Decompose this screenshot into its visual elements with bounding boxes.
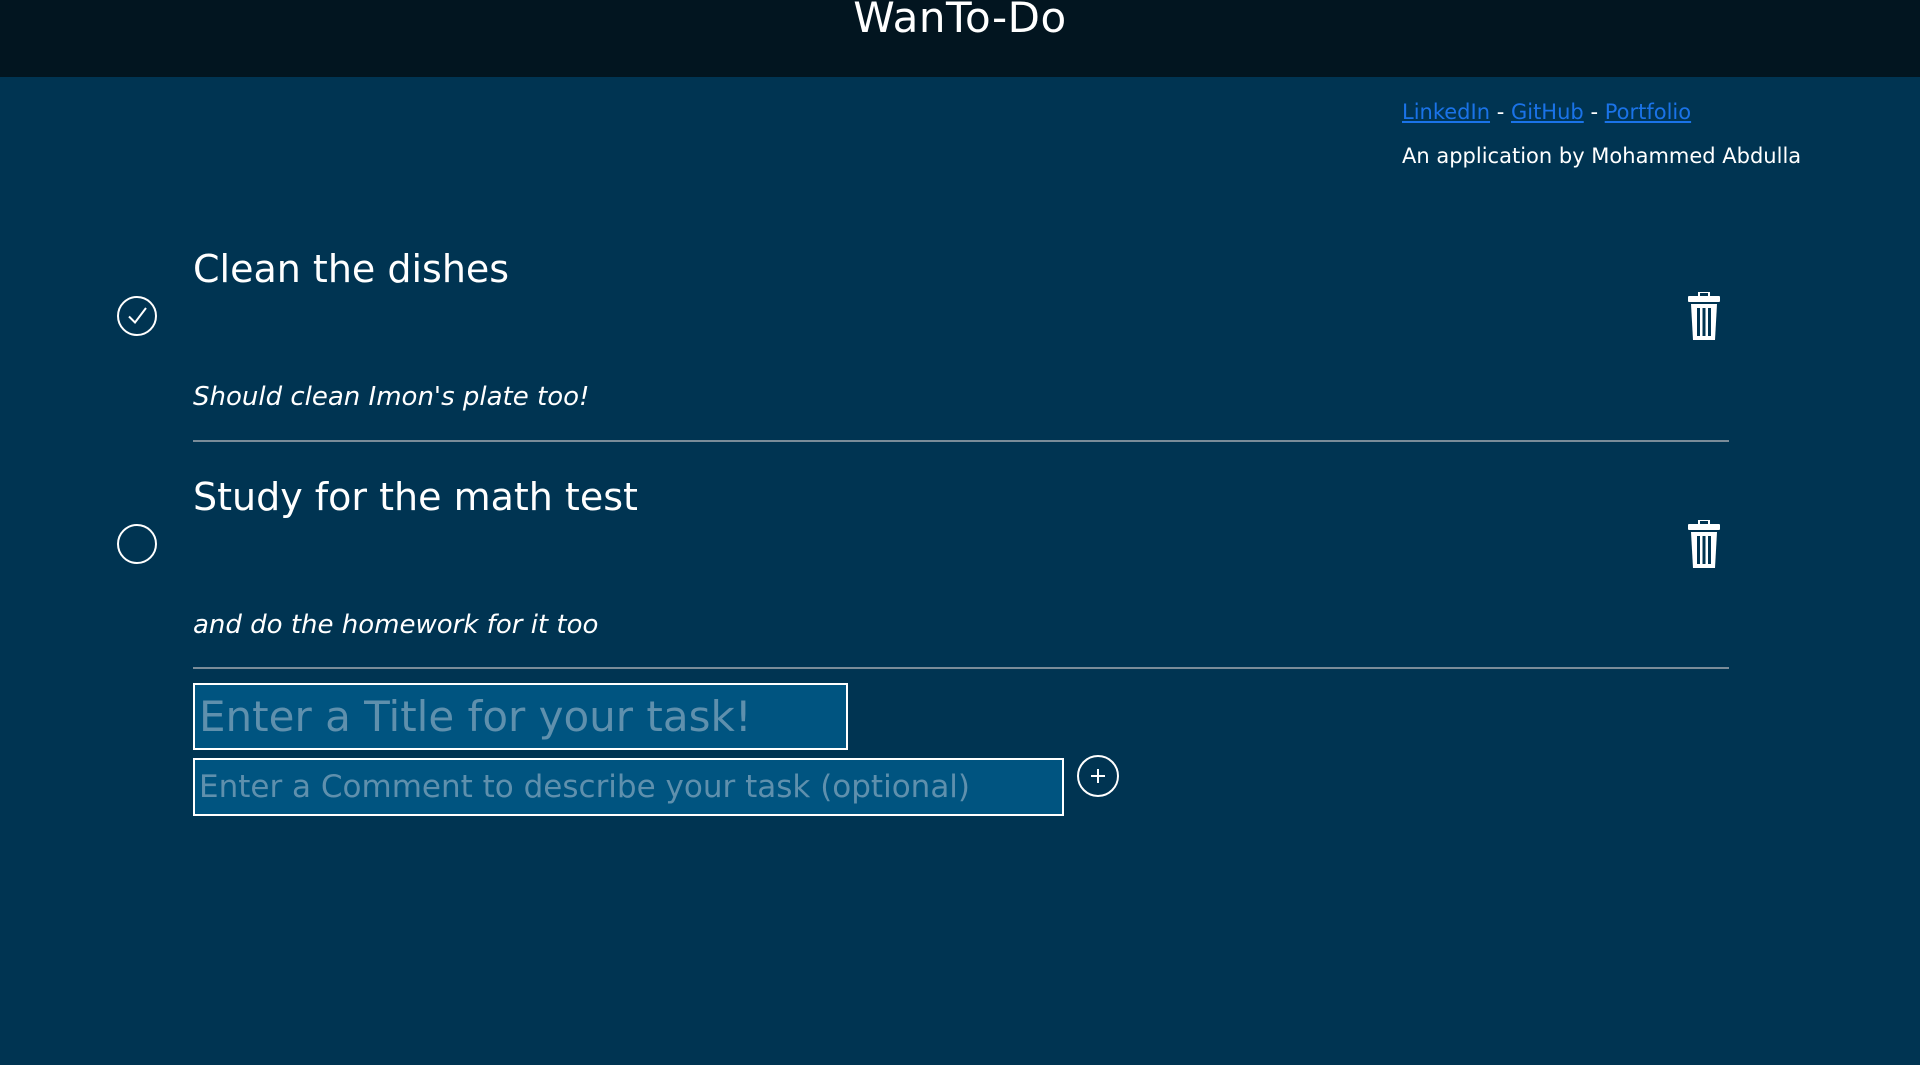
github-link[interactable]: GitHub bbox=[1511, 100, 1584, 124]
task-comment-input[interactable] bbox=[193, 758, 1064, 816]
add-task-button[interactable] bbox=[1077, 755, 1119, 797]
portfolio-link[interactable]: Portfolio bbox=[1605, 100, 1691, 124]
social-links: LinkedIn - GitHub - Portfolio bbox=[1402, 96, 1882, 128]
trash-icon[interactable] bbox=[1688, 520, 1720, 568]
app-header: WanTo-Do bbox=[0, 0, 1920, 77]
task-item: Study for the math test and do the homew… bbox=[0, 456, 1920, 684]
linkedin-link[interactable]: LinkedIn bbox=[1402, 100, 1490, 124]
task-comment: and do the homework for it too bbox=[193, 610, 599, 640]
plus-icon bbox=[1091, 769, 1105, 783]
check-icon bbox=[128, 307, 147, 325]
credits: LinkedIn - GitHub - Portfolio An applica… bbox=[1402, 96, 1882, 170]
app-title: WanTo-Do bbox=[853, 0, 1067, 42]
task-item: Clean the dishes Should clean Imon's pla… bbox=[0, 228, 1920, 456]
trash-icon[interactable] bbox=[1688, 292, 1720, 340]
link-separator: - bbox=[1590, 100, 1599, 124]
task-complete-toggle[interactable] bbox=[117, 524, 157, 564]
task-complete-toggle[interactable] bbox=[117, 296, 157, 336]
link-separator: - bbox=[1496, 100, 1505, 124]
task-comment: Should clean Imon's plate too! bbox=[193, 382, 590, 412]
author-byline: An application by Mohammed Abdulla bbox=[1402, 144, 1802, 168]
task-title: Study for the math test bbox=[193, 475, 638, 519]
task-divider bbox=[193, 667, 1729, 669]
task-divider bbox=[193, 440, 1729, 442]
task-title: Clean the dishes bbox=[193, 247, 510, 291]
task-title-input[interactable] bbox=[193, 683, 848, 750]
